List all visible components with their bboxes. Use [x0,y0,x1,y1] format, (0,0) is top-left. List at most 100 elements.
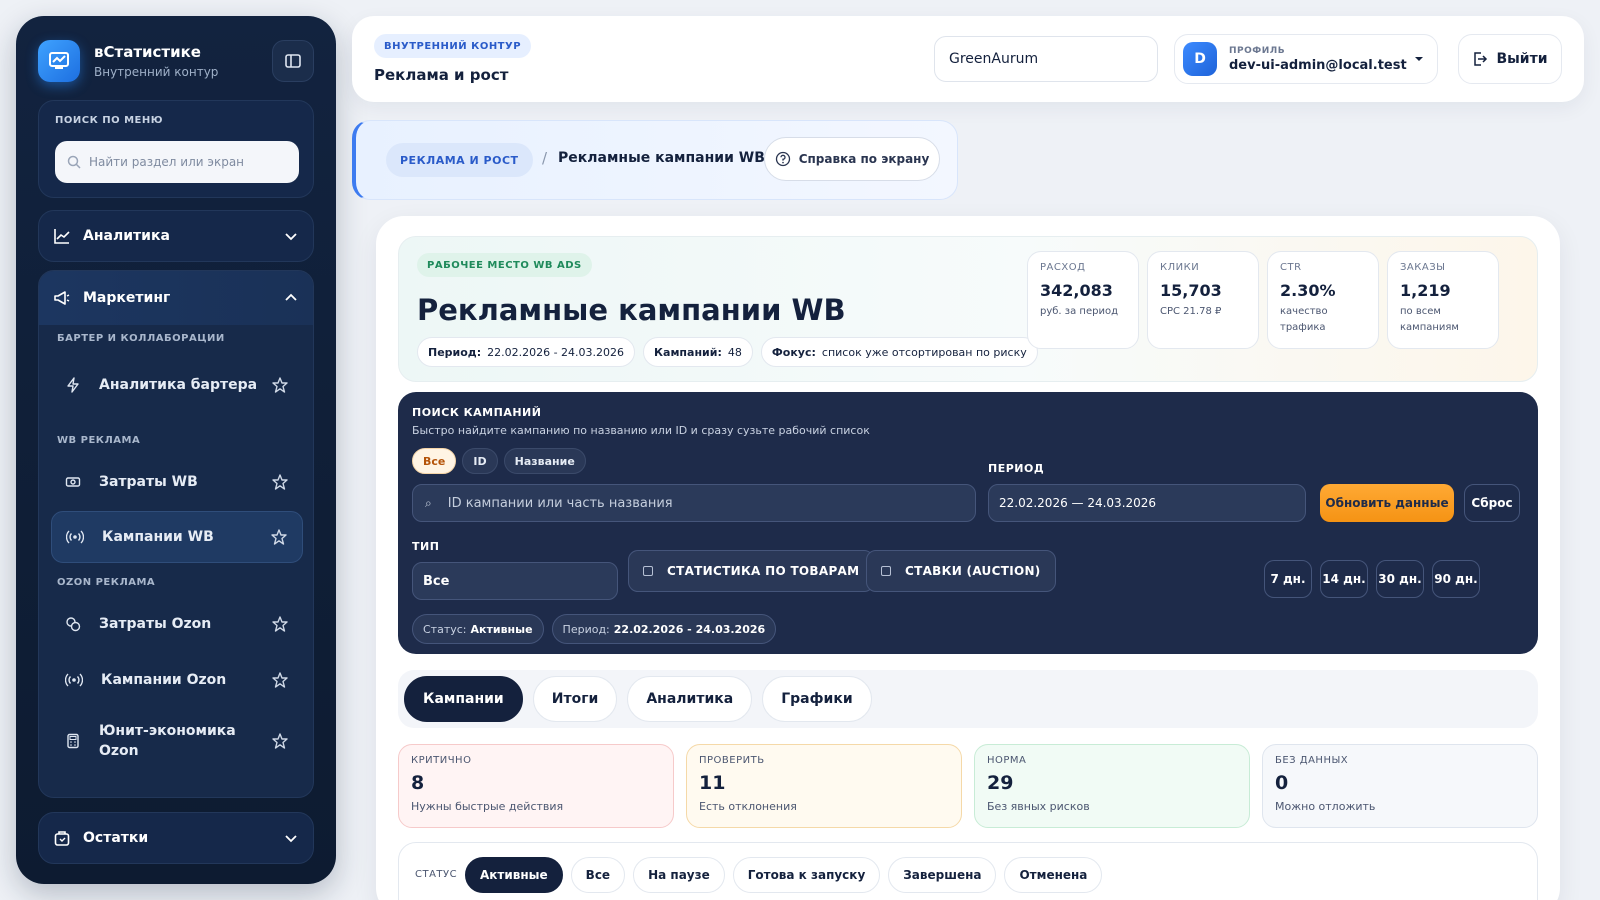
coins-icon [66,617,81,632]
type-label: ТИП [412,540,440,553]
breadcrumb: РЕКЛАМА И РОСТ / Рекламные кампании WB С… [352,120,958,200]
sidebar-item-ozon-campaigns[interactable]: Кампании Ozon [51,655,303,705]
period-label: ПЕРИОД [988,462,1045,475]
campaign-search-input[interactable]: ⌕ ID кампании или часть названия [412,484,976,522]
search-mode-id[interactable]: ID [462,448,498,474]
tab-campaigns[interactable]: Кампании [404,676,523,722]
campaign-count-chip: Кампаний: 48 [643,337,753,367]
brand-title: вСтатистике [94,43,201,61]
sidebar-item-barter-analytics[interactable]: Аналитика бартера [51,357,303,413]
chevron-up-icon [285,293,297,301]
help-circle-icon [775,151,790,167]
breadcrumb-separator: / [542,149,548,167]
risk-card-check[interactable]: ПРОВЕРИТЬ 11 Есть отклонения [686,744,962,828]
risk-card-no-data[interactable]: БЕЗ ДАННЫХ 0 Можно отложить [1262,744,1538,828]
tab-analytics[interactable]: Аналитика [627,676,753,722]
auction-bids-toggle[interactable]: СТАВКИ (AUCTION) [866,550,1056,592]
sidebar-collapse-button[interactable] [272,40,314,82]
search-mode-name[interactable]: Название [503,448,586,474]
caret-down-icon [1415,57,1423,61]
status-paused-button[interactable]: На паузе [633,857,725,893]
active-filter-status[interactable]: Статус: Активные [412,614,544,644]
status-active-button[interactable]: Активные [465,857,563,893]
status-finished-button[interactable]: Завершена [888,857,997,893]
checkbox[interactable] [643,566,653,576]
chevron-down-icon [285,233,297,241]
section-ozon-ads: OZON РЕКЛАМА [57,577,156,588]
menu-search-label: ПОИСК ПО МЕНЮ [55,115,163,126]
tab-charts[interactable]: Графики [762,676,872,722]
box-icon [54,831,70,846]
bolt-icon [67,377,79,393]
nav-group-marketing: Маркетинг БАРТЕР И КОЛЛАБОРАЦИИ Аналитик… [38,270,314,798]
star-icon[interactable] [271,732,289,750]
screen-help-button[interactable]: Справка по экрану [764,137,940,181]
nav-group-analytics[interactable]: Аналитика [38,210,314,262]
status-label: СТАТУС [415,869,458,880]
risk-card-critical[interactable]: КРИТИЧНО 8 Нужны быстрые действия [398,744,674,828]
menu-search-input[interactable]: Найти раздел или экран [55,141,299,183]
sidebar-item-wb-campaigns[interactable]: Кампании WB [51,511,303,563]
status-ready-button[interactable]: Готова к запуску [732,857,881,893]
tab-totals[interactable]: Итоги [532,676,618,722]
store-selector-input[interactable]: GreenAurum [934,36,1158,82]
search-icon: ⌕ [425,495,432,510]
section-barter: БАРТЕР И КОЛЛАБОРАЦИИ [57,333,225,344]
status-cancelled-button[interactable]: Отменена [1004,857,1103,893]
logout-button[interactable]: Выйти [1458,34,1562,84]
status-all-button[interactable]: Все [570,857,626,893]
page-title: Рекламные кампании WB [417,293,846,327]
app-logo-icon [38,40,80,82]
type-select[interactable]: Все [412,562,618,600]
hero-section: РАБОЧЕЕ МЕСТО WB ADS Рекламные кампании … [398,236,1538,382]
search-panel-subtitle: Быстро найдите кампанию по названию или … [412,424,870,437]
period-input[interactable]: 22.02.2026 — 24.03.2026 [988,484,1306,522]
period-90-days-button[interactable]: 90 дн. [1432,560,1480,598]
risk-card-normal[interactable]: НОРМА 29 Без явных рисков [974,744,1250,828]
sidebar-item-label: Юнит-экономика Ozon [99,723,236,759]
section-wb-ads: WB РЕКЛАМА [57,435,141,446]
brand[interactable]: вСтатистике Внутренний контур [38,40,218,82]
focus-chip: Фокус: список уже отсортирован по риску [760,337,1038,367]
active-filter-period[interactable]: Период: 22.02.2026 - 24.03.2026 [551,614,777,644]
sidebar-item-label: Затраты Ozon [99,616,212,632]
checkbox[interactable] [881,566,891,576]
breadcrumb-parent[interactable]: РЕКЛАМА И РОСТ [386,143,533,177]
kpi-ctr: CTR 2.30% качество трафика [1267,251,1379,349]
period-14-days-button[interactable]: 14 дн. [1320,560,1368,598]
sidebar-item-label: Кампании Ozon [101,672,227,688]
profile-dropdown[interactable]: D ПРОФИЛЬ dev-ui-admin@local.test [1174,34,1438,84]
sidebar-item-label: Аналитика бартера [99,377,258,393]
star-icon[interactable] [271,615,289,633]
nav-group-label: Маркетинг [83,290,171,306]
search-panel-title: ПОИСК КАМПАНИЙ [412,406,542,419]
avatar: D [1183,42,1217,76]
period-30-days-button[interactable]: 30 дн. [1376,560,1424,598]
megaphone-icon [54,291,70,305]
product-stats-toggle[interactable]: СТАТИСТИКА ПО ТОВАРАМ [628,550,875,592]
nav-group-label: Остатки [83,830,149,846]
status-filter-bar: СТАТУС Активные Все На паузе Готова к за… [398,842,1538,900]
star-icon[interactable] [271,671,289,689]
reset-button[interactable]: Сброс [1464,484,1520,522]
period-7-days-button[interactable]: 7 дн. [1264,560,1312,598]
star-icon[interactable] [270,528,288,546]
search-icon [67,155,81,169]
campaign-search-placeholder: ID кампании или часть названия [447,495,673,511]
star-icon[interactable] [271,473,289,491]
sidebar-item-ozon-unit-economics[interactable]: Юнит-экономика Ozon [51,711,303,771]
sidebar-item-ozon-costs[interactable]: Затраты Ozon [51,599,303,649]
star-icon[interactable] [271,376,289,394]
cash-icon [65,477,81,487]
breadcrumb-current: Рекламные кампании WB [558,150,765,166]
top-header: ВНУТРЕННИЙ КОНТУР Реклама и рост GreenAu… [352,16,1584,102]
sidebar-item-wb-costs[interactable]: Затраты WB [51,457,303,507]
sidebar-item-label: Кампании WB [102,529,214,545]
screen-help-label: Справка по экрану [798,152,930,166]
refresh-data-button[interactable]: Обновить данные [1320,484,1454,522]
nav-group-label: Аналитика [83,228,170,244]
nav-group-marketing-header[interactable]: Маркетинг [39,271,313,325]
search-mode-all[interactable]: Все [412,448,457,474]
nav-group-stock[interactable]: Остатки [38,812,314,864]
menu-search-placeholder: Найти раздел или экран [89,155,245,169]
